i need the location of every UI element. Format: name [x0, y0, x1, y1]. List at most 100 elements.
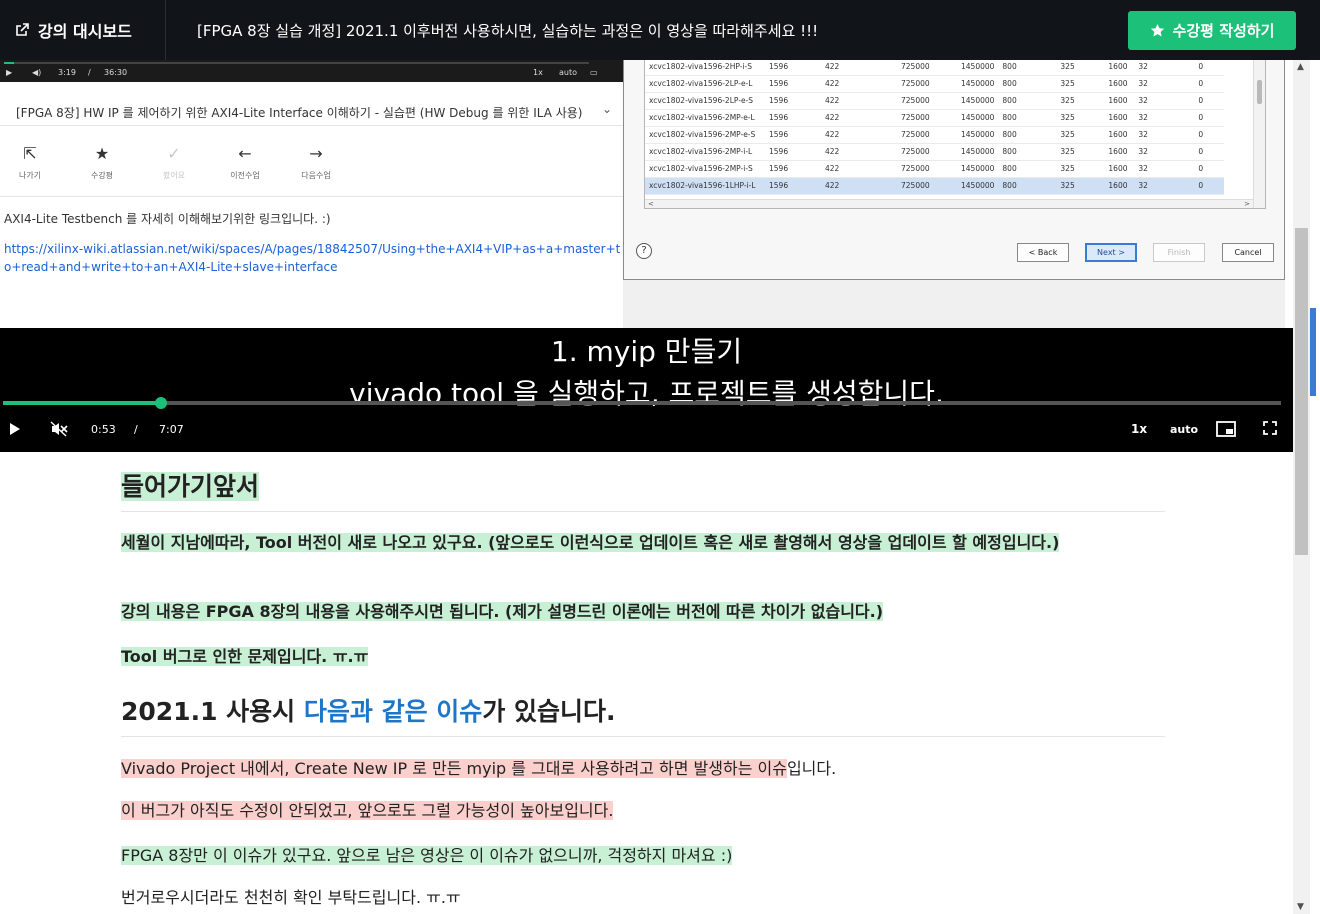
table-cell: 325	[1056, 126, 1105, 144]
table-cell: 1596	[765, 143, 821, 161]
table-cell: 1596	[765, 160, 821, 178]
progress-bar[interactable]	[3, 397, 1281, 409]
table-cell: 422	[821, 126, 897, 144]
playback-speed-button[interactable]: 1x	[1131, 422, 1147, 436]
table-cell: 800	[998, 92, 1057, 110]
table-cell: 1600	[1104, 109, 1135, 127]
mini-speaker-icon: ◀)	[32, 68, 42, 77]
progress-fill	[3, 401, 162, 405]
table-cell: 32	[1134, 60, 1195, 76]
issue-paragraph-3: FPGA 8장만 이 이슈가 있구요. 앞으로 남은 영상은 이 이슈가 없으니…	[121, 846, 733, 865]
table-cell: 1600	[1104, 126, 1135, 144]
page-scrollbar[interactable]: ▲ ▼	[1293, 60, 1310, 914]
dashboard-link[interactable]: 강의 대시보드	[14, 18, 132, 42]
intro-paragraph-3: Tool 버그로 인한 문제입니다. ㅠ.ㅠ	[121, 647, 369, 666]
check-icon: ✓	[167, 144, 181, 163]
table-cell: 422	[821, 75, 897, 93]
table-cell: 800	[998, 160, 1057, 178]
table-row: xcvc1802-viva1596-2MP-i-S 1596 422 725000 14…	[645, 160, 1225, 178]
table-cell: 422	[821, 177, 897, 195]
table-cell: 1450000	[957, 60, 999, 76]
table-cell: 32	[1134, 177, 1195, 195]
finish-button: Finish	[1153, 243, 1205, 262]
table-cell: 1596	[765, 177, 821, 195]
table-cell: 1596	[765, 60, 821, 76]
table-cell: 1450000	[957, 75, 999, 93]
table-cell: 725000	[897, 160, 957, 178]
table-cell: 1450000	[957, 143, 999, 161]
table-row: xcvc1802-viva1596-1LHP-i-L 1596 422 725000 1…	[645, 177, 1225, 195]
video-player[interactable]: ▶ ◀) 3:19 / 36:30 1x auto ▭ [FPGA 8장] HW…	[0, 60, 1293, 452]
table-cell: 0	[1194, 126, 1225, 144]
star-icon	[1150, 23, 1164, 37]
arrow-right-icon: →	[309, 144, 323, 163]
table-hscrollbar: < >	[645, 199, 1253, 208]
table-cell: 725000	[897, 143, 957, 161]
scroll-down-icon[interactable]: ▼	[1297, 902, 1304, 912]
quality-button[interactable]: auto	[1170, 423, 1198, 436]
next-button: Next >	[1085, 243, 1137, 262]
issue-paragraph-4: 번거로우시더라도 천천히 확인 부탁드립니다. ㅠ.ㅠ	[121, 888, 461, 907]
table-cell: 1450000	[957, 160, 999, 178]
table-cell: 422	[821, 109, 897, 127]
play-icon[interactable]	[9, 422, 21, 436]
table-cell: 725000	[897, 177, 957, 195]
external-link-icon	[16, 23, 29, 36]
back-button: < Back	[1017, 243, 1069, 262]
table-cell: 1450000	[957, 177, 999, 195]
table-cell: 32	[1134, 143, 1195, 161]
nav-review: ★ 수강평	[72, 144, 132, 181]
nav-next: → 다음수업	[286, 144, 346, 181]
scroll-up-icon[interactable]: ▲	[1297, 62, 1304, 72]
table-cell: 1600	[1104, 160, 1135, 178]
table-cell: 725000	[897, 92, 957, 110]
picture-in-picture-icon[interactable]	[1216, 421, 1236, 437]
video-frame-lecture-page: ▶ ◀) 3:19 / 36:30 1x auto ▭ [FPGA 8장] HW…	[0, 60, 623, 328]
table-row: xcvc1802-viva1596-2MP-e-S 1596 422 725000 14…	[645, 126, 1225, 144]
intro-paragraph-2: 강의 내용은 FPGA 8장의 내용을 사용해주시면 됩니다. (제가 설명드린…	[121, 602, 884, 621]
table-cell: xcvc1802-viva1596-2HP-i-S	[645, 60, 765, 76]
table-cell: 1596	[765, 75, 821, 93]
embedded-lesson-nav: ⇱ 나가기 ★ 수강평 ✓ 봤어요 ← 이전수업 → 다음수업	[0, 144, 360, 184]
table-cell: 1596	[765, 92, 821, 110]
table-cell: 800	[998, 75, 1057, 93]
table-cell: 800	[998, 143, 1057, 161]
total-time: 7:07	[159, 423, 184, 436]
table-cell: 1600	[1104, 177, 1135, 195]
table-cell: 1600	[1104, 143, 1135, 161]
mini-play-icon: ▶	[6, 68, 13, 77]
write-review-label: 수강평 작성하기	[1172, 22, 1275, 40]
table-cell: 0	[1194, 143, 1225, 161]
top-bar: 강의 대시보드 [FPGA 8장 실습 개정] 2021.1 이후버전 사용하시…	[0, 0, 1320, 60]
table-cell: 0	[1194, 92, 1225, 110]
table-cell: 0	[1194, 75, 1225, 93]
table-row: xcvc1802-viva1596-2MP-e-L 1596 422 725000 14…	[645, 109, 1225, 127]
table-cell: 422	[821, 92, 897, 110]
muted-speaker-icon[interactable]	[50, 421, 68, 437]
table-cell: 0	[1194, 177, 1225, 195]
part-table-body: xcvc1802-viva1596-2HP-i-S 1596 422 725000 14…	[645, 60, 1225, 208]
nav-watched: ✓ 봤어요	[144, 144, 204, 181]
table-cell: 325	[1056, 160, 1105, 178]
table-cell: 725000	[897, 60, 957, 76]
fullscreen-icon[interactable]	[1263, 421, 1277, 435]
table-cell: 32	[1134, 160, 1195, 178]
table-cell: 800	[998, 60, 1057, 76]
exit-icon: ⇱	[23, 144, 37, 163]
table-row: xcvc1802-viva1596-2MP-i-L 1596 422 725000 14…	[645, 143, 1225, 161]
table-row: xcvc1802-viva1596-2LP-e-S 1596 422 725000 14…	[645, 92, 1225, 110]
table-vscrollbar	[1253, 60, 1265, 208]
table-cell: 725000	[897, 109, 957, 127]
embedded-description: AXI4-Lite Testbench 를 자세히 이해해보기위한 링크입니다.…	[4, 212, 331, 226]
section-heading-intro: 들어가기앞서	[121, 472, 260, 501]
mini-pip-icon: ▭	[590, 68, 598, 77]
caption-line-1: 1. myip 만들기	[550, 335, 743, 368]
table-cell: 725000	[897, 75, 957, 93]
nav-exit: ⇱ 나가기	[0, 144, 60, 181]
table-cell: 1596	[765, 126, 821, 144]
table-row: xcvc1802-viva1596-2LP-e-L 1596 422 725000 14…	[645, 75, 1225, 93]
table-cell: 1600	[1104, 75, 1135, 93]
scrollbar-thumb[interactable]	[1295, 228, 1308, 555]
chevron-down-icon: ⌄	[602, 102, 613, 116]
write-review-button[interactable]: 수강평 작성하기	[1128, 11, 1296, 50]
